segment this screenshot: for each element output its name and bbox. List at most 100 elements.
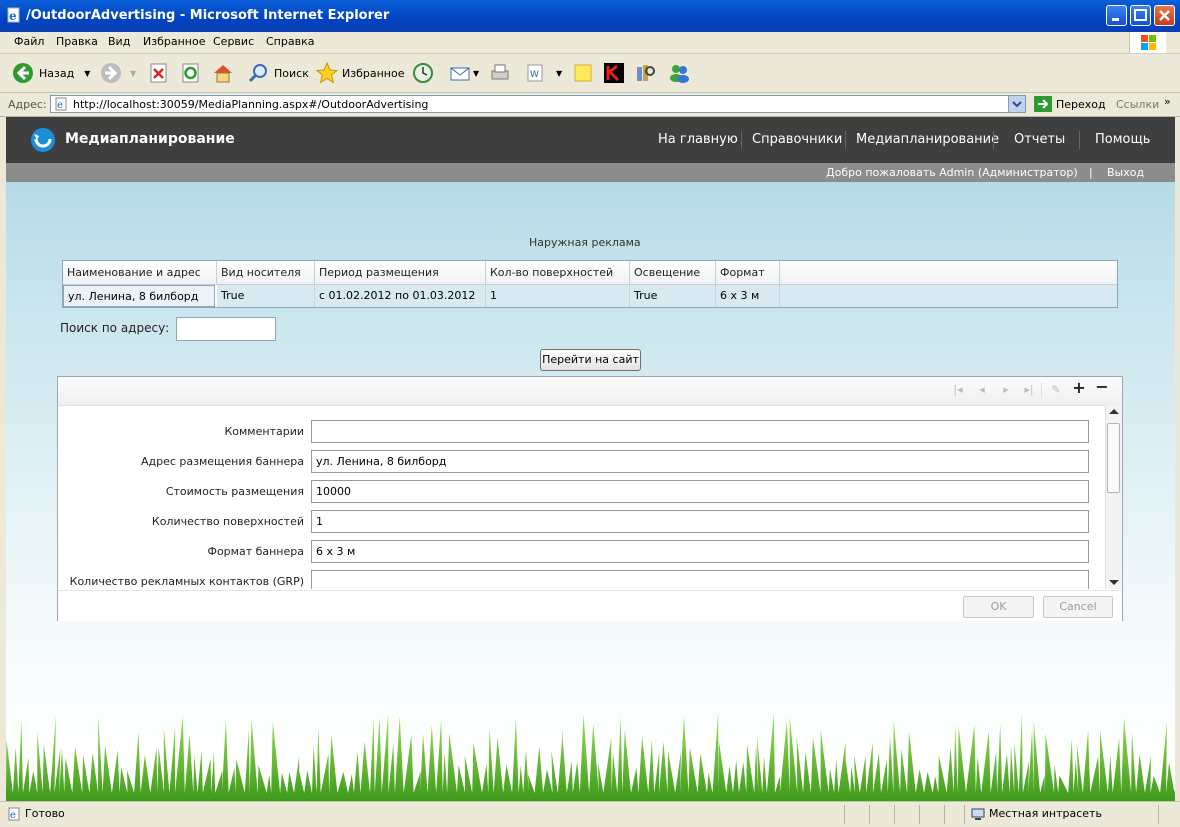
- field-input-placement-cost[interactable]: 10000: [311, 480, 1089, 503]
- edit-dropdown-icon[interactable]: ▼: [556, 69, 562, 78]
- field-input-surface-count[interactable]: 1: [311, 510, 1089, 533]
- stop-button[interactable]: [148, 62, 170, 84]
- menu-view[interactable]: Вид: [108, 35, 130, 48]
- messenger-icon: [670, 65, 689, 83]
- address-dropdown-button[interactable]: [1008, 96, 1025, 112]
- page-viewport: Медиапланирование На главную Справочники…: [6, 117, 1175, 801]
- toolbar-separator: [1041, 383, 1042, 397]
- goto-site-button[interactable]: Перейти на сайт: [540, 349, 641, 371]
- word-document-icon: W: [527, 64, 543, 82]
- nav-home[interactable]: На главную: [658, 132, 738, 147]
- links-label[interactable]: Ссылки: [1116, 98, 1159, 111]
- go-button[interactable]: Переход: [1034, 96, 1106, 112]
- cell-period[interactable]: с 01.02.2012 по 01.03.2012: [315, 285, 486, 307]
- window-title-bar[interactable]: e /OutdoorAdvertising - Microsoft Intern…: [0, 0, 1180, 32]
- menu-edit[interactable]: Правка: [56, 35, 98, 48]
- cell-media-type[interactable]: True: [217, 285, 315, 307]
- links-chevron-icon[interactable]: »: [1164, 95, 1171, 108]
- close-window-button[interactable]: [1154, 5, 1175, 26]
- field-input-banner-address[interactable]: ул. Ленина, 8 билборд: [311, 450, 1089, 473]
- cell-surfaces[interactable]: 1: [486, 285, 630, 307]
- column-header-name[interactable]: Наименование и адрес: [63, 261, 217, 285]
- minimize-button[interactable]: [1106, 5, 1127, 26]
- address-url: http://localhost:30059/MediaPlanning.asp…: [73, 98, 429, 111]
- status-divider: [844, 805, 845, 824]
- column-header-format[interactable]: Формат: [716, 261, 780, 285]
- svg-text:e: e: [10, 810, 16, 821]
- cell-format[interactable]: 6 х 3 м: [716, 285, 780, 307]
- messenger-button[interactable]: [668, 62, 690, 84]
- menu-help[interactable]: Справка: [266, 35, 314, 48]
- add-record-icon[interactable]: +: [1072, 380, 1086, 396]
- nav-directories[interactable]: Справочники: [752, 132, 842, 147]
- research-button[interactable]: [634, 62, 656, 84]
- form-scrollbar[interactable]: [1105, 405, 1122, 589]
- search-button[interactable]: Поиск: [248, 62, 309, 84]
- scroll-up-icon[interactable]: [1109, 409, 1119, 414]
- site-title[interactable]: Медиапланирование: [65, 131, 235, 147]
- cell-name[interactable]: ул. Ленина, 8 билборд: [63, 285, 215, 307]
- cell-filler[interactable]: [780, 285, 1117, 307]
- status-divider: [944, 805, 945, 824]
- column-header-lighting[interactable]: Освещение: [630, 261, 716, 285]
- status-divider: [964, 805, 965, 824]
- edit-pencil-icon[interactable]: ✎: [1049, 383, 1063, 397]
- forward-dropdown-icon: ▼: [130, 68, 137, 78]
- back-button[interactable]: Назад ▼: [12, 62, 90, 84]
- search-address-input[interactable]: [176, 317, 276, 341]
- browser-toolbar: Назад ▼ ▼ Поиск Избранное ▼ W ▼: [0, 54, 1180, 93]
- status-text: Готово: [25, 807, 65, 820]
- field-label-comments: Комментарии: [224, 425, 304, 438]
- field-label-banner-address: Адрес размещения баннера: [140, 455, 304, 468]
- scroll-down-icon[interactable]: [1109, 580, 1119, 585]
- address-label: Адрес:: [8, 98, 47, 111]
- menu-tools[interactable]: Сервис: [213, 35, 254, 48]
- mail-button[interactable]: ▼: [449, 62, 479, 84]
- notes-button[interactable]: [572, 62, 594, 84]
- close-icon: [1159, 10, 1170, 21]
- print-button[interactable]: [489, 62, 511, 84]
- grid-caption: Наружная реклама: [529, 236, 641, 249]
- delete-record-icon[interactable]: −: [1095, 379, 1109, 395]
- field-input-comments[interactable]: [311, 420, 1089, 443]
- logout-link[interactable]: Выход: [1107, 166, 1144, 179]
- forward-arrow-icon: [101, 63, 121, 83]
- menu-file[interactable]: Файл: [14, 35, 44, 48]
- field-input-banner-format[interactable]: 6 х 3 м: [311, 540, 1089, 563]
- scroll-thumb[interactable]: [1107, 423, 1120, 493]
- column-header-media-type[interactable]: Вид носителя: [217, 261, 315, 285]
- cancel-button[interactable]: Cancel: [1043, 596, 1113, 618]
- menu-favorites[interactable]: Избранное: [143, 35, 205, 48]
- nav-reports[interactable]: Отчеты: [1014, 132, 1065, 147]
- edit-button[interactable]: W ▼: [524, 62, 562, 84]
- intranet-zone-icon: [971, 808, 985, 820]
- minimize-icon: [1112, 18, 1119, 21]
- maximize-button[interactable]: [1130, 5, 1151, 26]
- back-dropdown-icon[interactable]: ▼: [84, 69, 90, 78]
- first-record-icon[interactable]: |◂: [951, 383, 965, 397]
- nav-help[interactable]: Помощь: [1095, 132, 1150, 147]
- home-button[interactable]: [212, 62, 234, 84]
- welcome-text: Добро пожаловать Admin (Администратор): [826, 166, 1078, 179]
- forward-button[interactable]: ▼: [100, 62, 136, 84]
- status-divider: [894, 805, 895, 824]
- stop-icon: [150, 63, 167, 83]
- ok-button[interactable]: OK: [963, 596, 1034, 618]
- cell-lighting[interactable]: True: [630, 285, 716, 307]
- column-header-surfaces[interactable]: Кол-во поверхностей: [486, 261, 630, 285]
- favorites-button[interactable]: Избранное: [316, 62, 404, 84]
- nav-media-planning[interactable]: Медиапланирование: [856, 132, 999, 147]
- mail-dropdown-icon[interactable]: ▼: [473, 69, 479, 78]
- history-button[interactable]: [412, 62, 434, 84]
- column-header-period[interactable]: Период размещения: [315, 261, 486, 285]
- next-record-icon[interactable]: ▸: [999, 383, 1013, 397]
- last-record-icon[interactable]: ▸|: [1022, 383, 1036, 397]
- address-input[interactable]: e http://localhost:30059/MediaPlanning.a…: [50, 95, 1026, 113]
- kaspersky-button[interactable]: [603, 62, 625, 84]
- previous-record-icon[interactable]: ◂: [975, 383, 989, 397]
- address-bar: Адрес: e http://localhost:30059/MediaPla…: [0, 93, 1180, 117]
- refresh-icon: [182, 63, 199, 83]
- search-address-label: Поиск по адресу:: [60, 321, 170, 335]
- refresh-button[interactable]: [180, 62, 202, 84]
- field-input-grp[interactable]: [311, 570, 1089, 589]
